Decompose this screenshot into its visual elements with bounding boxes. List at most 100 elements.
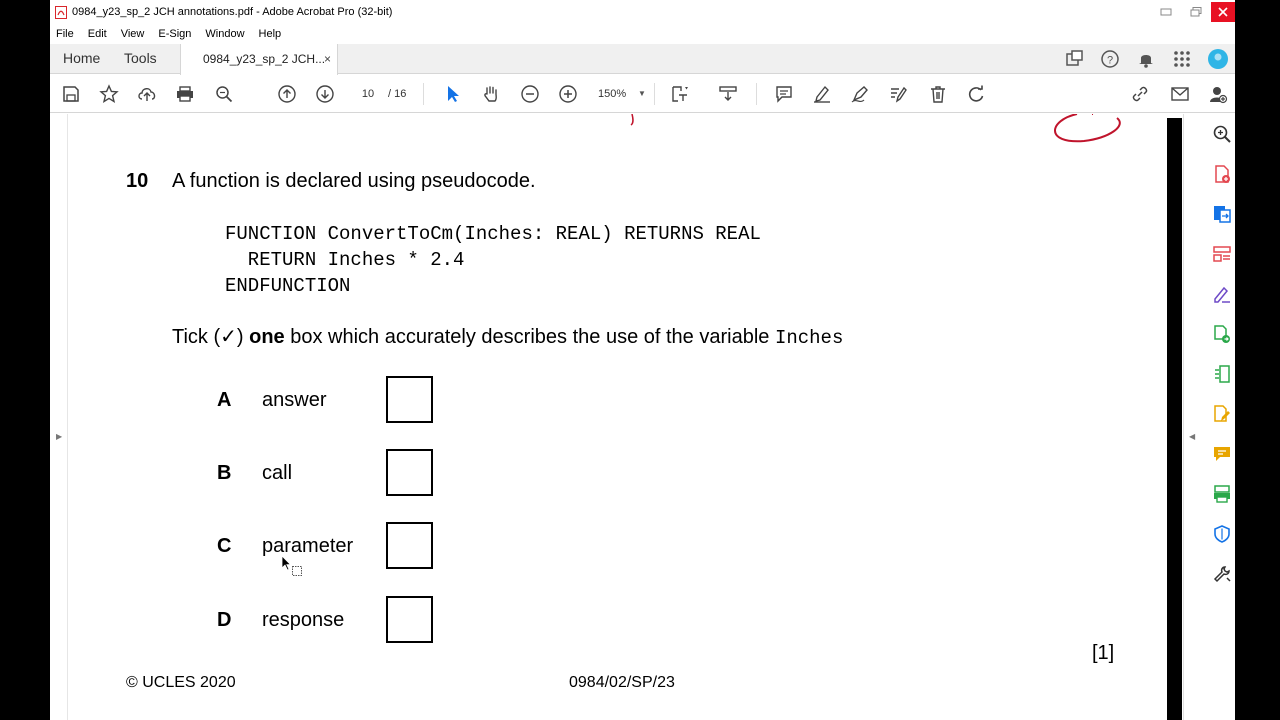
star-icon [99, 84, 119, 103]
link-icon [1132, 86, 1148, 102]
comment-icon [776, 86, 792, 103]
page-number-input[interactable]: 10 [352, 84, 384, 104]
instruction-text: Tick (✓) one box which accurately descri… [172, 324, 843, 349]
previous-page-button[interactable] [277, 84, 297, 104]
page-fit-button[interactable] [670, 84, 690, 104]
print-button[interactable] [175, 84, 195, 104]
trash-icon [931, 86, 945, 103]
user-avatar-icon[interactable] [1208, 49, 1228, 69]
export-pdf-icon[interactable] [1212, 204, 1232, 224]
cursor-arrow-icon [448, 86, 459, 102]
edit-pdf-button[interactable] [888, 84, 908, 104]
email-button[interactable] [1170, 84, 1190, 104]
collapse-right-panel-icon[interactable]: ◀ [1189, 432, 1195, 441]
help-icon[interactable]: ? [1100, 49, 1120, 69]
user-add-icon [1210, 87, 1228, 104]
bookmark-star-button[interactable] [99, 84, 119, 104]
tab-home[interactable]: Home [63, 44, 100, 74]
menu-edit[interactable]: Edit [88, 28, 107, 40]
organize-pages-icon[interactable] [1212, 244, 1232, 264]
page-fit-icon [672, 86, 688, 102]
toolbar-divider [654, 83, 655, 105]
rotate-icon [968, 85, 984, 102]
answer-box-a[interactable] [386, 376, 433, 423]
zoom-in-button[interactable] [558, 84, 578, 104]
comment-tool-icon[interactable] [1212, 444, 1232, 464]
select-tool-button[interactable] [443, 84, 463, 104]
fill-and-sign-icon[interactable] [1212, 284, 1232, 304]
arrow-up-circle-icon [278, 85, 296, 103]
tab-document[interactable]: 0984_y23_sp_2 JCH... × [180, 44, 338, 75]
menu-window[interactable]: Window [205, 28, 244, 40]
option-text-c: parameter [262, 535, 354, 557]
paper-code-footer: 0984/02/SP/23 [569, 674, 675, 691]
apps-grid-icon[interactable] [1172, 49, 1192, 69]
draw-button[interactable] [850, 84, 870, 104]
edit-pdf-tool-icon[interactable] [1212, 404, 1232, 424]
answer-box-b[interactable] [386, 449, 433, 496]
instruction-body: box which accurately describes the use o… [284, 326, 775, 348]
compress-pdf-icon[interactable] [1212, 364, 1232, 384]
find-button[interactable] [214, 84, 234, 104]
plus-circle-icon [559, 85, 577, 103]
scan-ocr-icon[interactable] [1212, 484, 1232, 504]
code-line-2: RETURN Inches * 2.4 [225, 249, 465, 271]
hand-icon [484, 86, 497, 102]
right-tools-panel: ◀ [1183, 114, 1235, 720]
restore-icon [1190, 7, 1202, 17]
menu-view[interactable]: View [121, 28, 145, 40]
share-screen-icon[interactable] [1064, 49, 1084, 69]
minimize-icon [1160, 8, 1172, 16]
more-tools-wrench-icon[interactable] [1212, 564, 1232, 584]
option-letter-a: A [217, 389, 232, 411]
menu-esign[interactable]: E-Sign [158, 28, 191, 40]
comment-button[interactable] [774, 84, 794, 104]
combine-files-icon[interactable] [1212, 324, 1232, 344]
page-total: / 16 [388, 88, 407, 100]
tab-bar: Home Tools 0984_y23_sp_2 JCH... × ? [50, 44, 1235, 75]
protect-shield-icon[interactable] [1212, 524, 1232, 544]
close-icon [1218, 7, 1228, 17]
pen-nib-icon [851, 86, 868, 103]
question-number: 10 [126, 170, 149, 192]
code-line-3: ENDFUNCTION [225, 275, 351, 297]
close-tab-icon[interactable]: × [324, 44, 331, 74]
document-viewport[interactable]: ▶ 10 A function is declared using pseudo… [50, 114, 1183, 720]
option-letter-d: D [217, 609, 232, 631]
menu-help[interactable]: Help [259, 28, 282, 40]
restore-button[interactable] [1181, 2, 1211, 22]
chevron-down-icon[interactable]: ▼ [638, 84, 646, 104]
save-button[interactable] [61, 84, 81, 104]
left-panel-strip: ▶ [50, 114, 68, 720]
tab-tools[interactable]: Tools [124, 44, 157, 74]
window-title: 0984_y23_sp_2 JCH annotations.pdf - Adob… [72, 6, 393, 18]
delete-button[interactable] [928, 84, 948, 104]
vertical-scrollbar[interactable] [1167, 118, 1182, 720]
rotate-button[interactable] [966, 84, 986, 104]
answer-box-d[interactable] [386, 596, 433, 643]
highlight-button[interactable] [812, 84, 832, 104]
menu-file[interactable]: File [56, 28, 74, 40]
create-pdf-icon[interactable] [1212, 164, 1232, 184]
document-tab-label: 0984_y23_sp_2 JCH... [203, 52, 326, 66]
minimize-button[interactable] [1151, 2, 1181, 22]
arrow-down-circle-icon [316, 85, 334, 103]
zoom-level-select[interactable]: 150% [598, 84, 626, 104]
answer-box-c[interactable] [386, 522, 433, 569]
notifications-bell-icon[interactable] [1136, 49, 1156, 69]
close-window-button[interactable] [1211, 2, 1235, 22]
acrobat-pdf-icon [55, 5, 67, 19]
share-link-button[interactable] [1130, 84, 1150, 104]
expand-left-panel-icon[interactable]: ▶ [56, 432, 62, 441]
enhance-scan-icon[interactable] [1212, 124, 1232, 144]
option-text-d: response [262, 609, 345, 631]
printer-icon [177, 86, 193, 102]
next-page-button[interactable] [315, 84, 335, 104]
instruction-emphasis: one [249, 326, 285, 348]
upload-cloud-button[interactable] [137, 84, 157, 104]
zoom-out-button[interactable] [520, 84, 540, 104]
scroll-mode-button[interactable] [718, 84, 738, 104]
hand-tool-button[interactable] [481, 84, 501, 104]
envelope-icon [1171, 87, 1189, 101]
add-user-button[interactable] [1208, 84, 1228, 104]
